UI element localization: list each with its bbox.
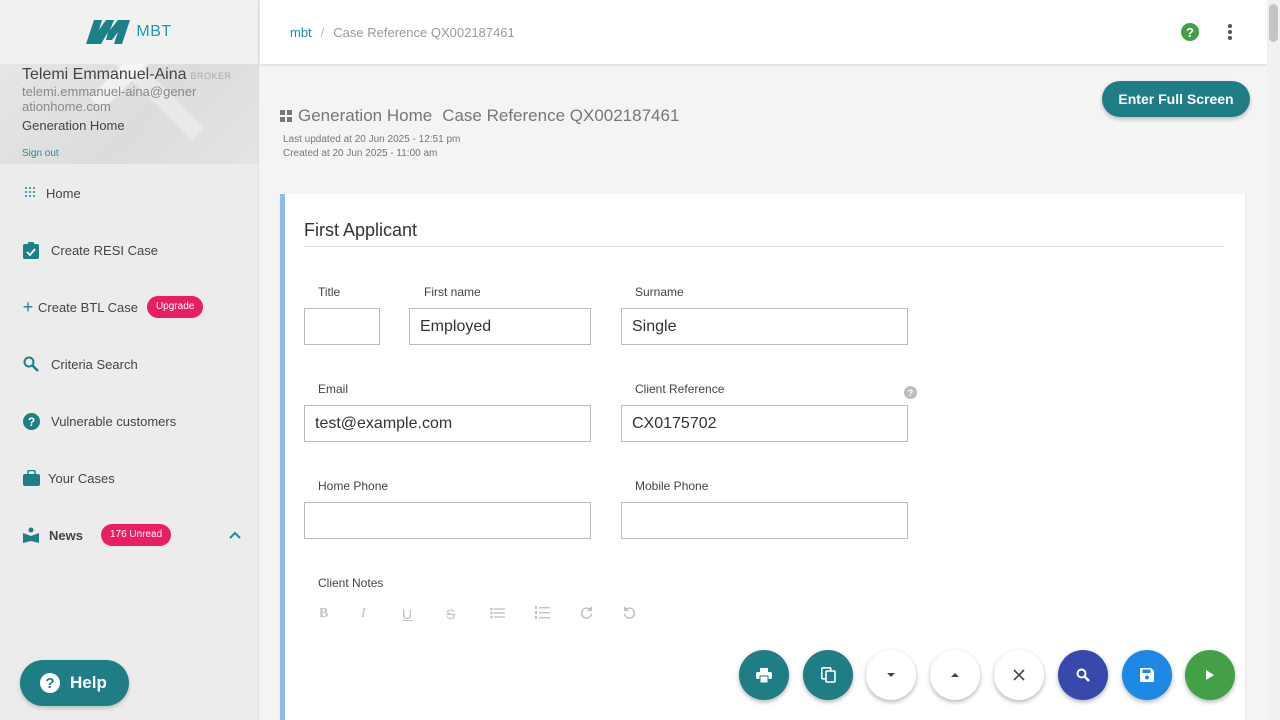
sidebar-item-news[interactable]: News 176 Unread — [0, 515, 259, 555]
numbered-list-icon[interactable] — [535, 606, 550, 622]
unread-badge: 176 Unread — [100, 524, 172, 546]
help-button[interactable]: ? Help — [20, 660, 129, 706]
svg-text:?: ? — [27, 415, 34, 429]
dashboard-icon — [280, 110, 292, 122]
user-name: Telemi Emmanuel-Aina BROKER — [22, 66, 236, 84]
bold-icon[interactable]: B — [319, 606, 328, 622]
expand-down-button[interactable] — [866, 650, 916, 700]
expand-down-icon — [887, 673, 895, 677]
sidebar-item-vulnerable-customers[interactable]: ? Vulnerable customers — [0, 401, 259, 441]
email-label: Email — [318, 382, 349, 396]
mbt-logo-icon — [86, 20, 131, 44]
company-name: Generation Home — [298, 106, 433, 125]
created-at: Created at 20 Jun 2025 - 11:00 am — [283, 148, 438, 159]
mobile-phone-label: Mobile Phone — [635, 479, 709, 493]
sidebar-item-label: News — [49, 527, 83, 543]
grid-dots-icon — [22, 184, 40, 202]
save-icon — [1140, 668, 1154, 682]
breadcrumb: mbt / Case Reference QX002187461 — [290, 25, 515, 40]
help-button-label: Help — [70, 673, 107, 692]
section-divider — [304, 246, 1225, 247]
upgrade-badge[interactable]: Upgrade — [146, 296, 204, 318]
sidebar-item-label: Vulnerable customers — [51, 413, 177, 429]
redo-icon[interactable] — [580, 606, 593, 622]
search-icon — [1076, 668, 1090, 682]
sidebar-item-criteria-search[interactable]: Criteria Search — [0, 344, 259, 384]
sidebar-item-label: Your Cases — [48, 470, 115, 486]
underline-icon[interactable]: U — [402, 606, 412, 622]
page-title: Generation Home Case Reference QX0021874… — [280, 106, 679, 126]
print-icon — [756, 667, 772, 683]
title-field[interactable] — [304, 308, 380, 345]
scrollbar-thumb[interactable] — [1269, 4, 1278, 42]
applicant-form-card: First Applicant Title First name Surname… — [280, 194, 1245, 720]
sidebar-item-label: Create BTL Case — [38, 299, 138, 315]
search-icon — [22, 355, 40, 373]
close-icon — [1013, 669, 1025, 681]
sidebar-item-create-resi-case[interactable]: Create RESI Case — [0, 230, 259, 270]
plus-icon: + — [22, 296, 34, 317]
help-icon[interactable]: ? — [1181, 23, 1199, 41]
italic-icon[interactable]: I — [361, 606, 366, 622]
save-button[interactable] — [1122, 650, 1172, 700]
book-reader-icon — [22, 526, 40, 544]
title-label: Title — [318, 285, 341, 299]
surname-label: Surname — [635, 285, 684, 299]
sidebar-item-your-cases[interactable]: Your Cases — [0, 458, 259, 498]
surname-field[interactable] — [621, 308, 908, 345]
user-card: Telemi Emmanuel-Aina BROKER telemi.emmanu… — [0, 64, 258, 164]
search-button[interactable] — [1058, 650, 1108, 700]
logo[interactable]: MBT — [0, 0, 258, 64]
more-vert-icon[interactable] — [1226, 22, 1234, 42]
copy-icon — [820, 667, 836, 683]
clipboard-check-icon — [22, 241, 40, 259]
breadcrumb-root-link[interactable]: mbt — [290, 25, 312, 40]
print-button[interactable] — [739, 650, 789, 700]
play-icon — [1206, 670, 1214, 680]
user-organization: Generation Home — [22, 118, 125, 133]
first-name-label: First name — [424, 285, 481, 299]
sidebar-item-home[interactable]: Home — [0, 173, 259, 213]
collapse-up-button[interactable] — [930, 650, 980, 700]
help-circle-icon: ? — [40, 673, 60, 693]
bullet-list-icon[interactable] — [490, 606, 505, 622]
home-phone-label: Home Phone — [318, 479, 389, 493]
sidebar-item-label: Criteria Search — [51, 356, 138, 372]
user-email: telemi.emmanuel-aina@generationhome.com — [22, 84, 197, 114]
collapse-up-icon — [951, 673, 959, 677]
mobile-phone-field[interactable] — [621, 502, 908, 539]
breadcrumb-current: Case Reference QX002187461 — [333, 24, 515, 40]
last-updated: Last updated at 20 Jun 2025 - 12:51 pm — [283, 134, 461, 145]
info-icon[interactable]: ? — [904, 386, 917, 399]
scrollbar[interactable] — [1267, 0, 1280, 720]
user-name-text: Telemi Emmanuel-Aina — [22, 66, 187, 83]
close-button[interactable] — [994, 650, 1044, 700]
briefcase-icon — [22, 469, 40, 487]
case-reference: Case Reference QX002187461 — [442, 106, 680, 125]
client-reference-label: Client Reference — [635, 382, 725, 396]
client-reference-field[interactable] — [621, 405, 908, 442]
sidebar: MBT Telemi Emmanuel-Aina BROKER telemi.em… — [0, 0, 259, 720]
sidebar-item-label: Create RESI Case — [51, 242, 158, 258]
email-field[interactable] — [304, 405, 591, 442]
user-role: BROKER — [190, 71, 232, 81]
breadcrumb-separator: / — [320, 24, 325, 40]
home-phone-field[interactable] — [304, 502, 591, 539]
strikethrough-icon[interactable]: S — [446, 606, 455, 622]
enter-full-screen-button[interactable]: Enter Full Screen — [1102, 81, 1250, 117]
sidebar-item-create-btl-case[interactable]: + Create BTL Case Upgrade — [0, 287, 259, 327]
first-name-field[interactable] — [409, 308, 591, 345]
sidebar-item-label: Home — [46, 185, 81, 201]
run-button[interactable] — [1185, 650, 1235, 700]
chevron-up-icon[interactable] — [229, 528, 241, 542]
help-circle-icon: ? — [22, 412, 40, 430]
section-title: First Applicant — [304, 220, 418, 240]
client-notes-label: Client Notes — [318, 576, 384, 590]
logo-text: MBT — [136, 23, 172, 40]
top-bar: mbt / Case Reference QX002187461 ? — [260, 0, 1267, 64]
sign-out-link[interactable]: Sign out — [22, 148, 59, 159]
undo-icon[interactable] — [623, 606, 636, 622]
copy-button[interactable] — [803, 650, 853, 700]
